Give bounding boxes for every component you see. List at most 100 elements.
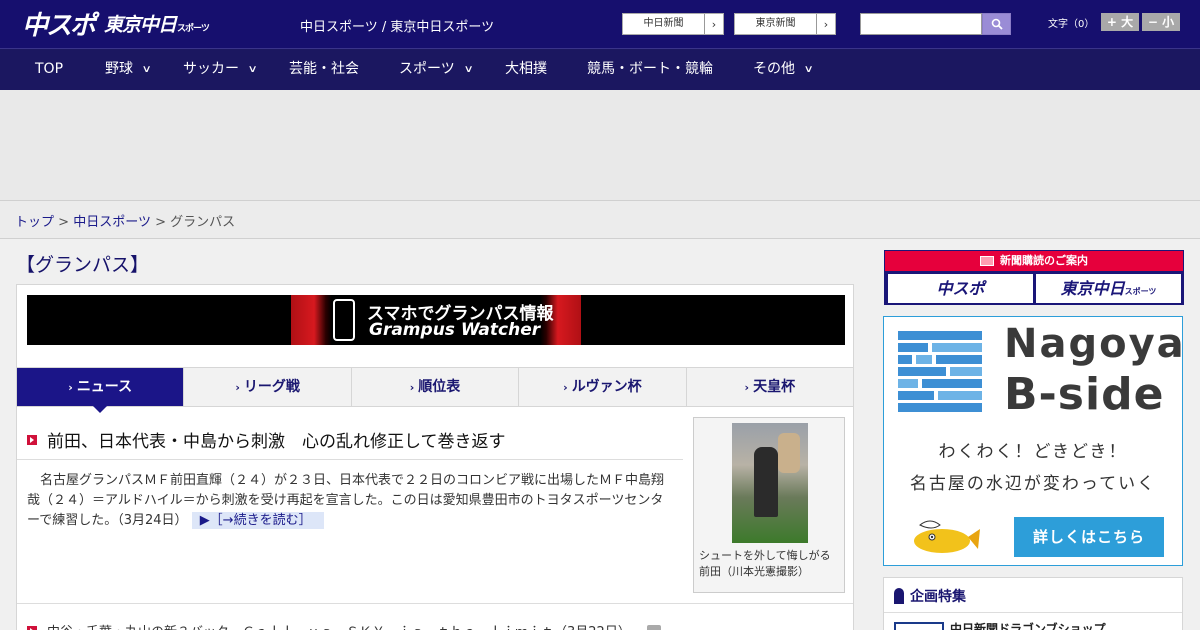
nav-item-keiba[interactable]: 競馬・ボート・競輪 — [587, 49, 713, 90]
read-more-link[interactable]: ▶［→続きを読む］ — [191, 512, 324, 529]
nav-label: サッカー — [183, 61, 239, 77]
nav-item-top[interactable]: TOP — [35, 49, 63, 90]
fried-shrimp-mascot-icon — [914, 520, 980, 553]
brick — [898, 367, 946, 376]
site-name: 中日スポーツ / 東京中日スポーツ — [300, 20, 495, 35]
font-smaller-button[interactable]: − 小 — [1142, 13, 1180, 31]
feature-title-text: 企画特集 — [910, 589, 966, 605]
chevron-right-icon: › — [235, 381, 240, 394]
play-bullet-icon — [27, 625, 37, 630]
photo-figure — [778, 433, 800, 473]
tab-label: ニュース — [76, 379, 133, 395]
tab-emperors-cup[interactable]: › 天皇杯 — [687, 368, 853, 406]
bside-copy-1: わくわく！どきどき！ — [938, 442, 1128, 462]
search-button[interactable] — [982, 13, 1011, 35]
breadcrumb: トップ > 中日スポーツ > グランパス — [15, 211, 235, 230]
nav-item-sports[interactable]: スポーツ ∨ — [399, 49, 474, 90]
ext-link-label: 中日新聞 — [623, 14, 705, 34]
chevron-right-icon: › — [744, 381, 750, 394]
photo-caption: シュートを外して悔しがる前田（川本光憲撮影） — [699, 549, 831, 578]
play-bullet-icon — [27, 434, 37, 445]
tab-label: リーグ戦 — [243, 379, 300, 395]
nav-label: その他 — [753, 61, 795, 77]
font-bigger-button[interactable]: + 大 — [1101, 13, 1139, 31]
logo-tokyo-text: 東京中日 — [104, 13, 177, 36]
chevron-down-icon: ∨ — [247, 64, 258, 75]
ext-link-label: 東京新聞 — [735, 14, 817, 34]
nav-item-soccer[interactable]: サッカー ∨ — [183, 49, 258, 90]
feature-item-link[interactable]: 中日新聞ドラゴンブショップ — [950, 620, 1106, 630]
subscription-title-text: 新聞購読のご案内 — [1000, 254, 1088, 267]
bside-details-button[interactable]: 詳しくはこちら — [1014, 517, 1164, 557]
breadcrumb-separator: > — [58, 215, 70, 230]
breadcrumb-separator: > — [155, 215, 166, 230]
grampus-watcher-banner[interactable]: スマホでグランパス情報 Grampus Watcher — [27, 295, 845, 345]
chevron-right-icon: › — [711, 17, 717, 31]
ribbon-icon — [894, 588, 904, 604]
chunichi-shimbun-link[interactable]: 中日新聞 › — [622, 13, 724, 35]
breadcrumb-chunichi-sports[interactable]: 中日スポーツ — [73, 215, 151, 230]
search-input[interactable] — [860, 13, 982, 35]
feature-title: 企画特集 — [894, 586, 966, 606]
article-headline: 前田、日本代表・中島から刺激 心の乱れ修正して巻き返す — [47, 432, 506, 452]
newspaper-icon — [980, 256, 994, 266]
nav-label: 大相撲 — [505, 61, 547, 77]
divider — [17, 459, 683, 460]
article-photo-box: シュートを外して悔しがる前田（川本光憲撮影） — [693, 417, 845, 593]
tab-levain-cup[interactable]: › ルヴァン杯 — [519, 368, 687, 406]
subscribe-tokyo-chunichi-button[interactable]: 東京中日スポーツ — [1036, 274, 1181, 303]
article-photo[interactable] — [732, 423, 808, 543]
camera-icon — [646, 625, 661, 630]
brick — [898, 355, 912, 364]
subscribe-btn-small: スポーツ — [1124, 287, 1157, 296]
main-nav: TOP 野球 ∨ サッカー ∨ 芸能・社会 スポーツ ∨ 大相撲 競馬・ボート・競輪 … — [0, 48, 1200, 90]
breadcrumb-top[interactable]: トップ — [15, 215, 54, 230]
chevron-down-icon: ∨ — [141, 64, 152, 75]
nav-item-entertainment[interactable]: 芸能・社会 — [289, 49, 359, 90]
tab-league[interactable]: › リーグ戦 — [184, 368, 352, 406]
nagoya-bside-ad[interactable]: Nagoya B-side わくわく！どきどき！ 名古屋の水辺が変わっていく 詳… — [883, 316, 1184, 566]
news-list-item[interactable]: 中谷・千葉・丸山の新３バック Ｃａｌｌ ｕｓ ＳＫＹ ｉｓ ｔｈｅ ｌｉｍｉｔ（… — [27, 621, 661, 630]
page-title: 【グランパス】 — [16, 254, 150, 276]
tab-label: ルヴァン杯 — [571, 379, 642, 395]
article-headline-link[interactable]: 前田、日本代表・中島から刺激 心の乱れ修正して巻き返す — [27, 427, 506, 452]
brick-logo — [898, 331, 982, 413]
brick — [898, 379, 918, 388]
nav-label: TOP — [35, 61, 64, 77]
breadcrumb-bar: トップ > 中日スポーツ > グランパス — [0, 201, 1200, 239]
divider — [884, 612, 1182, 613]
feature-thumbnail[interactable] — [894, 622, 944, 630]
brick — [922, 379, 982, 388]
subscription-title: 新聞購読のご案内 — [885, 251, 1183, 271]
chevron-down-icon: ∨ — [463, 64, 474, 75]
search-icon — [991, 18, 1003, 30]
nav-label: 芸能・社会 — [289, 61, 359, 77]
brick — [932, 343, 982, 352]
banner-line2: Grampus Watcher — [369, 320, 541, 340]
tokyo-shimbun-link[interactable]: 東京新聞 › — [734, 13, 836, 35]
bside-title-2: B-side — [1004, 369, 1165, 420]
chevron-right-icon: › — [68, 381, 73, 394]
tab-news[interactable]: › ニュース — [17, 368, 185, 413]
brick — [898, 331, 982, 340]
nav-item-sumo[interactable]: 大相撲 — [505, 49, 547, 90]
nav-item-other[interactable]: その他 ∨ — [753, 49, 814, 90]
brick — [898, 391, 934, 400]
smartphone-icon — [333, 299, 355, 341]
nav-item-baseball[interactable]: 野球 ∨ — [105, 49, 152, 90]
nav-label: スポーツ — [399, 61, 455, 77]
breadcrumb-current: グランパス — [170, 215, 236, 230]
ad-placeholder — [0, 90, 1200, 201]
font-size-label: 文字（0） — [1048, 19, 1095, 30]
site-logo[interactable]: 中スポ 東京中日スポーツ — [22, 8, 210, 41]
subscribe-chuspo-button[interactable]: 中スポ — [888, 274, 1033, 303]
news-list-item-title: 中谷・千葉・丸山の新３バック Ｃａｌｌ ｕｓ ＳＫＹ ｉｓ ｔｈｅ ｌｉｍｉｔ（… — [47, 621, 631, 630]
photo-figure — [754, 447, 778, 517]
brick — [938, 391, 982, 400]
tab-label: 順位表 — [418, 379, 461, 395]
logo-chuspo: 中スポ — [22, 10, 96, 41]
logo-tokyo-small: スポーツ — [177, 23, 210, 34]
tab-standings[interactable]: › 順位表 — [352, 368, 520, 406]
feature-box: 企画特集 中日新聞ドラゴンブショップ — [883, 577, 1183, 630]
divider — [17, 603, 853, 604]
